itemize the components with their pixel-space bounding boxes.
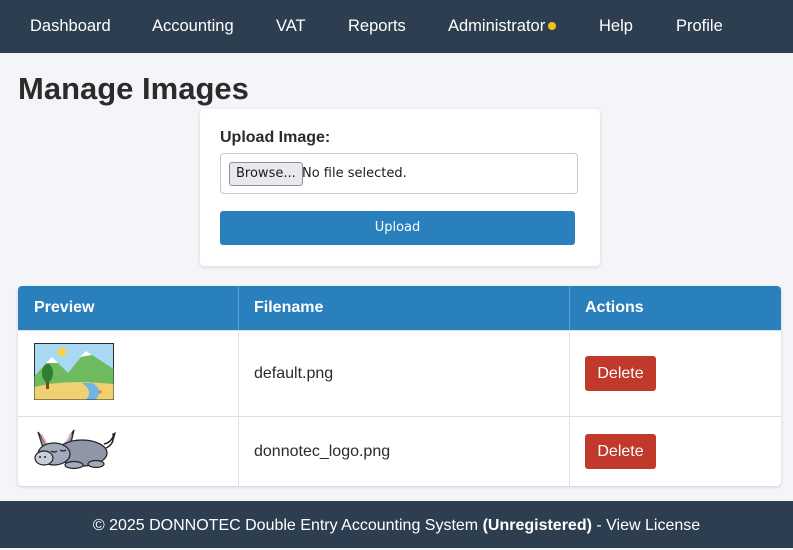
nav-item-vat[interactable]: VAT — [276, 0, 306, 53]
table-row: default.png Delete — [18, 330, 781, 417]
footer-separator: - — [596, 517, 602, 534]
upload-button[interactable]: Upload — [220, 211, 575, 245]
nav-item-administrator[interactable]: Administrator — [448, 0, 557, 53]
nav-item-dashboard[interactable]: Dashboard — [30, 0, 111, 53]
notification-dot-icon — [548, 22, 557, 30]
view-license-link[interactable]: View License — [606, 517, 700, 534]
upload-image-label: Upload Image: — [220, 129, 331, 146]
registration-status: (Unregistered) — [482, 517, 592, 534]
footer: © 2025 DONNOTEC Double Entry Accounting … — [0, 501, 793, 548]
page-title: Manage Images — [18, 71, 249, 106]
nav-item-profile[interactable]: Profile — [676, 0, 723, 53]
file-status-text: No file selected. — [302, 166, 407, 181]
filename-cell: donnotec_logo.png — [254, 443, 391, 460]
top-navbar: Dashboard Accounting VAT Reports Adminis… — [0, 0, 793, 53]
column-header-preview: Preview — [34, 299, 95, 316]
images-table: Preview Filename Actions default.png Del… — [18, 286, 781, 486]
landscape-image-icon — [34, 343, 114, 400]
column-header-filename: Filename — [254, 299, 324, 316]
nav-item-administrator-label: Administrator — [448, 17, 546, 35]
nav-item-reports[interactable]: Reports — [348, 0, 406, 53]
header-divider — [569, 286, 570, 330]
table-header: Preview Filename Actions — [18, 286, 781, 330]
nav-item-help[interactable]: Help — [599, 0, 633, 53]
table-row: donnotec_logo.png Delete — [18, 416, 781, 486]
nav-item-accounting[interactable]: Accounting — [152, 0, 234, 53]
delete-button[interactable]: Delete — [585, 434, 656, 469]
copyright-text: © 2025 DONNOTEC Double Entry Accounting … — [92, 517, 479, 534]
delete-button[interactable]: Delete — [585, 356, 656, 391]
donkey-logo-icon — [34, 429, 116, 470]
filename-cell: default.png — [254, 365, 334, 382]
header-divider — [238, 286, 239, 330]
column-header-actions: Actions — [585, 299, 644, 316]
browse-button[interactable]: Browse... — [229, 162, 303, 186]
file-input[interactable]: Browse... No file selected. — [220, 153, 578, 194]
upload-card: Upload Image: Browse... No file selected… — [200, 109, 600, 266]
